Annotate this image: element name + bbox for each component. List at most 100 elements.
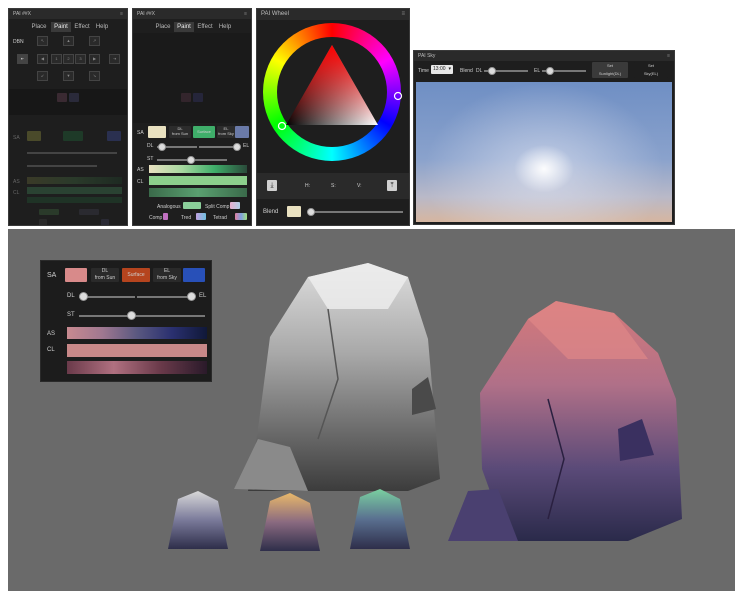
tab-help[interactable]: Help (216, 22, 234, 32)
dl-from-sun-button[interactable]: DL from Sun (169, 126, 191, 138)
blend-label: Blend (460, 68, 473, 74)
s-label: S: (331, 183, 336, 189)
triangle-picker[interactable] (277, 121, 287, 131)
nudge-down-right-button[interactable]: ↘ (89, 71, 100, 81)
cl-label: CL (137, 179, 144, 185)
blend-slider[interactable] (307, 211, 403, 213)
number-2-button[interactable]: 2 (63, 54, 74, 64)
set-sunlight-button[interactable]: Set Sunlight(DL) (592, 62, 628, 78)
cl-gradient[interactable] (67, 344, 207, 357)
dl-slider-knob[interactable] (79, 292, 88, 301)
nudge-right-button[interactable]: ▶ (89, 54, 100, 64)
tred-label: Tred (181, 215, 192, 221)
tinted-rock (448, 301, 682, 541)
h-label: H: (305, 183, 310, 189)
panel-title: PAI ##X (13, 11, 31, 17)
nudge-down-button[interactable]: ▼ (63, 71, 74, 81)
st-slider[interactable] (79, 315, 205, 317)
comp-swatch[interactable] (163, 213, 168, 220)
blend-swatch[interactable] (287, 206, 301, 217)
el-slider-knob[interactable] (233, 143, 241, 151)
nudge-up-button[interactable]: ▲ (63, 36, 74, 46)
nudge-up-left-button[interactable]: ↖ (37, 36, 48, 46)
st-slider-knob[interactable] (127, 311, 136, 320)
dl-from-sun-button[interactable]: DL from Sun (91, 268, 119, 282)
nudge-down-left-button[interactable]: ↙ (37, 71, 48, 81)
st-slider-knob[interactable] (187, 156, 195, 164)
el-label: EL (199, 293, 207, 299)
sa-swatch[interactable] (65, 268, 87, 282)
tab-place[interactable]: Place (29, 22, 49, 32)
small-rock-grey (168, 491, 228, 549)
panel-title: PAI ##X (137, 11, 155, 17)
tred-swatch[interactable] (196, 213, 206, 220)
set-sky-button[interactable]: Set Sky(EL) (634, 62, 668, 78)
tab-paint[interactable]: Paint (174, 22, 194, 32)
el-label: EL (243, 143, 250, 149)
sky-panel: PAI Sky ≡ Time 13:00 ▾ Blend DL EL Set S… (413, 50, 675, 225)
panel-title-bar: PAI ##X ≡ (133, 9, 251, 19)
cl-gradient[interactable] (149, 176, 247, 185)
st-label: ST (67, 312, 75, 318)
surface-button[interactable]: Surface (193, 126, 215, 138)
panel-title-bar: PAI Sky ≡ (414, 51, 674, 61)
number-3-button[interactable]: 3 (75, 54, 86, 64)
sa-swatch[interactable] (148, 126, 166, 138)
sky-swatch[interactable] (183, 268, 205, 282)
dl-slider[interactable] (27, 152, 117, 154)
panel-title: PAI Sky (418, 53, 436, 59)
as-label: AS (137, 167, 144, 173)
el-slider[interactable] (137, 296, 193, 298)
swatch (79, 209, 99, 215)
swatch (27, 131, 41, 141)
export-color-icon[interactable]: ⤒ (387, 180, 397, 191)
surface-button[interactable]: Surface (122, 268, 150, 282)
swatch (193, 93, 203, 102)
dl-slider-knob[interactable] (158, 143, 166, 151)
analogous-swatch[interactable] (183, 202, 201, 209)
sky-el-slider-knob[interactable] (546, 67, 554, 75)
palette-gradient[interactable] (67, 361, 207, 374)
swatch (57, 93, 67, 102)
nudge-up-right-button[interactable]: ↗ (89, 36, 100, 46)
hue-picker[interactable] (393, 91, 403, 101)
close-icon[interactable]: ≡ (667, 51, 670, 61)
import-color-icon[interactable]: ⤓ (267, 180, 277, 191)
time-label: Time (418, 68, 429, 74)
tab-paint[interactable]: Paint (51, 22, 71, 32)
sky-dl-slider-knob[interactable] (488, 67, 496, 75)
saturation-triangle[interactable] (257, 9, 409, 179)
st-slider[interactable] (27, 165, 97, 167)
close-icon[interactable]: ≡ (120, 9, 123, 19)
el-slider-knob[interactable] (187, 292, 196, 301)
el-label: EL (534, 68, 541, 74)
tab-help[interactable]: Help (93, 22, 111, 32)
nudge-right-far-button[interactable]: ⇥ (109, 54, 120, 64)
cl-label: CL (47, 347, 55, 353)
paint-panel-dimmed: PAI ##X ≡ Place Paint Effect Help DBN ↖ … (8, 8, 128, 226)
tab-place[interactable]: Place (153, 22, 173, 32)
nudge-left-far-button[interactable]: ⇤ (17, 54, 28, 64)
as-gradient[interactable] (67, 327, 207, 339)
dl-label: DL (476, 68, 483, 74)
palette-gradient[interactable] (149, 188, 247, 197)
blend-slider-knob[interactable] (307, 208, 315, 216)
time-dropdown[interactable]: 13:00 ▾ (431, 65, 453, 74)
number-1-button[interactable]: 1 (51, 54, 62, 64)
as-gradient[interactable] (149, 165, 247, 173)
tab-effect[interactable]: Effect (195, 22, 215, 32)
sky-preview[interactable] (416, 82, 672, 222)
sa-label: SA (137, 130, 144, 136)
paint-color-panel: SA DL from Sun Surface EL from Sky DL EL… (40, 260, 212, 382)
close-icon[interactable]: ≡ (244, 9, 247, 19)
el-from-sky-button[interactable]: EL from Sky (217, 126, 235, 138)
comp-label: Comp (149, 215, 163, 221)
sky-swatch[interactable] (235, 126, 249, 138)
el-from-sky-button[interactable]: EL from Sky (153, 268, 181, 282)
swatch (101, 219, 109, 225)
tab-effect[interactable]: Effect (72, 22, 92, 32)
grey-rock (234, 263, 440, 491)
nudge-left-button[interactable]: ◀ (37, 54, 48, 64)
split-comp-swatch[interactable] (230, 202, 240, 209)
tetrad-swatch[interactable] (235, 213, 247, 220)
